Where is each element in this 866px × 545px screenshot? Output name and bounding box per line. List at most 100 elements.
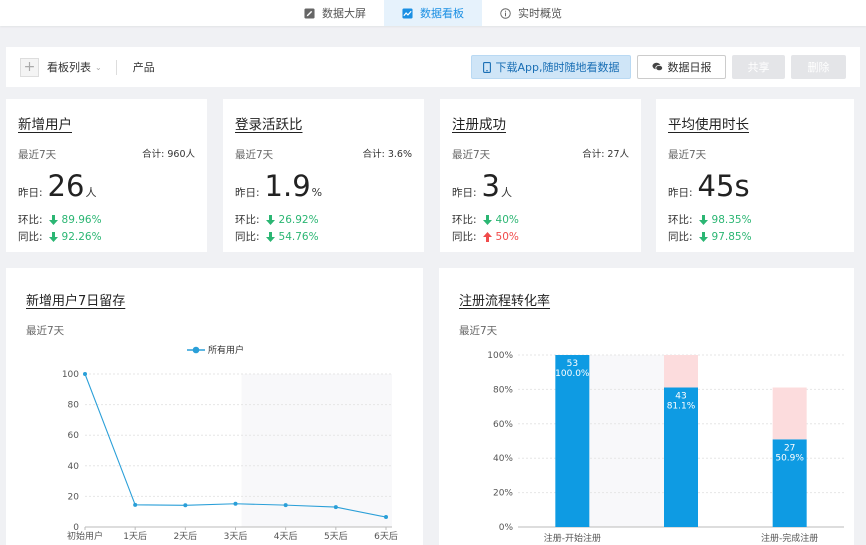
- data-point: [133, 502, 138, 507]
- hb-label: 环比:: [235, 214, 260, 226]
- arrow-down-icon: [482, 214, 492, 225]
- card-title[interactable]: 新增用户: [18, 113, 195, 133]
- info-icon: [500, 7, 511, 19]
- tb-value: 92.26%: [61, 230, 102, 243]
- y-tick-label: 0%: [499, 523, 514, 533]
- edit-icon: [304, 7, 315, 19]
- card-title[interactable]: 平均使用时长: [668, 113, 842, 133]
- y-tick-label: 20%: [493, 489, 513, 499]
- phone-icon: [482, 61, 491, 73]
- y-tick-label: 80: [68, 401, 80, 411]
- y-tick-label: 80%: [493, 385, 513, 395]
- legend-label: 所有用户: [208, 344, 244, 356]
- legend-marker: [192, 346, 200, 354]
- y-tick-label: 40: [68, 462, 80, 472]
- stat-card-new-users[interactable]: 新增用户 最近7天 合计: 960人 昨日: 26 人 环比: 89.96% 同比: 9…: [6, 99, 207, 252]
- x-tick-label: 4天后: [274, 531, 298, 542]
- tb-label: 同比:: [668, 231, 693, 243]
- chat-icon: [652, 62, 663, 72]
- card-title[interactable]: 登录活跃比: [235, 113, 412, 133]
- bar-percent-label: 100.0%: [555, 369, 590, 379]
- board-list-dropdown[interactable]: 看板列表 ⌄: [47, 59, 102, 75]
- bar-count-label: 53: [567, 359, 578, 369]
- yesterday-label: 昨日:: [235, 187, 260, 199]
- x-tick-label: 2天后: [173, 531, 197, 542]
- period-label: 最近7天: [459, 325, 498, 337]
- yesterday-value: 26: [47, 169, 85, 203]
- data-point: [283, 503, 288, 508]
- total-value: 合计: 27人: [582, 149, 629, 160]
- period-label: 最近7天: [668, 149, 707, 161]
- period-label: 最近7天: [235, 149, 274, 161]
- panel-title[interactable]: 新增用户7日留存: [26, 290, 403, 309]
- retention-panel: 0 20 40 60 80 100 初始用户 1天后 2天后 3天后 4天后 5天后 6天后 所有用户 新…: [6, 268, 423, 545]
- data-point: [233, 501, 238, 506]
- hb-label: 环比:: [668, 214, 693, 226]
- tab-label: 实时概览: [518, 7, 562, 20]
- y-tick-label: 40%: [493, 454, 513, 464]
- retention-chart: 020406080100初始用户 1天后 2天后 3天后 4天后 5天后 6天后所有用户: [62, 344, 398, 542]
- arrow-down-icon: [265, 231, 275, 242]
- loss-bar: [772, 387, 807, 440]
- tab-realtime-overview[interactable]: 实时概览: [482, 0, 580, 26]
- hb-value: 26.92%: [278, 213, 319, 226]
- period-label: 最近7天: [452, 149, 491, 161]
- yesterday-value: 3: [481, 169, 500, 203]
- hb-value: 40%: [495, 213, 519, 226]
- arrow-down-icon: [48, 231, 58, 242]
- funnel-panel: 0% 20% 40% 60% 80% 100% 53 100.0% 注册-开始注册 43 81.1%…: [439, 268, 854, 545]
- tb-label: 同比:: [235, 231, 260, 243]
- y-tick-label: 60%: [493, 420, 513, 430]
- download-app-button[interactable]: 下载App,随时随地看数据: [471, 55, 631, 79]
- x-tick-label: 6天后: [374, 531, 398, 542]
- daily-report-button[interactable]: 数据日报: [637, 55, 726, 79]
- top-nav: 数据大屏 数据看板 实时概览: [0, 0, 866, 26]
- x-tick-label: 注册-开始注册: [544, 532, 601, 544]
- yesterday-value: 45s: [697, 169, 750, 203]
- data-point: [333, 505, 338, 510]
- add-board-button[interactable]: +: [20, 57, 39, 77]
- download-app-label: 下载App,随时随地看数据: [495, 61, 620, 74]
- tb-label: 同比:: [18, 231, 43, 243]
- board-list-label: 看板列表: [47, 61, 91, 74]
- toolbar: + 看板列表 ⌄ 产品 下载App,随时随地看数据 数据日报 共享 删除: [6, 47, 860, 87]
- period-label: 最近7天: [18, 149, 57, 161]
- stat-card-register-success[interactable]: 注册成功 最近7天 合计: 27人 昨日: 3 人 环比: 40% 同比: 50%: [440, 99, 641, 252]
- bar-percent-label: 50.9%: [775, 453, 804, 463]
- line-chart-icon: [402, 7, 413, 19]
- daily-report-label: 数据日报: [667, 61, 712, 74]
- y-tick-label: 60: [68, 431, 80, 441]
- hb-value: 89.96%: [61, 213, 102, 226]
- bar-count-label: 43: [675, 392, 686, 402]
- bar-count-label: 27: [784, 443, 795, 453]
- y-tick-label: 100%: [487, 351, 513, 361]
- x-tick-label: 初始用户: [67, 530, 103, 542]
- stat-card-avg-duration[interactable]: 平均使用时长 最近7天 昨日: 45s 环比: 98.35% 同比: 97.85%: [656, 99, 854, 252]
- x-tick-label: 5天后: [324, 531, 348, 542]
- total-value: 合计: 960人: [142, 149, 195, 160]
- value-unit: 人: [85, 186, 97, 199]
- share-button[interactable]: 共享: [732, 55, 785, 79]
- yesterday-label: 昨日:: [452, 187, 477, 199]
- tab-label: 数据大屏: [322, 7, 366, 20]
- delete-button[interactable]: 删除: [791, 55, 846, 79]
- tab-label: 数据看板: [420, 7, 464, 20]
- hb-value: 98.35%: [711, 213, 752, 226]
- hb-label: 环比:: [452, 214, 477, 226]
- tab-data-screen[interactable]: 数据大屏: [286, 0, 384, 26]
- tab-data-board[interactable]: 数据看板: [384, 0, 482, 26]
- bar-percent-label: 81.1%: [667, 402, 696, 412]
- card-title[interactable]: 注册成功: [452, 113, 629, 133]
- panel-title[interactable]: 注册流程转化率: [459, 290, 834, 309]
- x-tick-label: 注册-完成注册: [761, 532, 818, 544]
- stat-card-login-active[interactable]: 登录活跃比 最近7天 合计: 3.6% 昨日: 1.9% 环比: 26.92% 同比…: [223, 99, 424, 252]
- data-point: [183, 503, 188, 508]
- divider: [115, 59, 117, 75]
- tb-value: 54.76%: [278, 230, 319, 243]
- x-tick-label: 1天后: [123, 531, 147, 542]
- yesterday-value: 1.9: [264, 169, 311, 203]
- arrow-down-icon: [48, 214, 58, 225]
- plot-shade: [577, 355, 676, 527]
- yesterday-label: 昨日:: [668, 187, 693, 199]
- period-label: 最近7天: [26, 325, 65, 337]
